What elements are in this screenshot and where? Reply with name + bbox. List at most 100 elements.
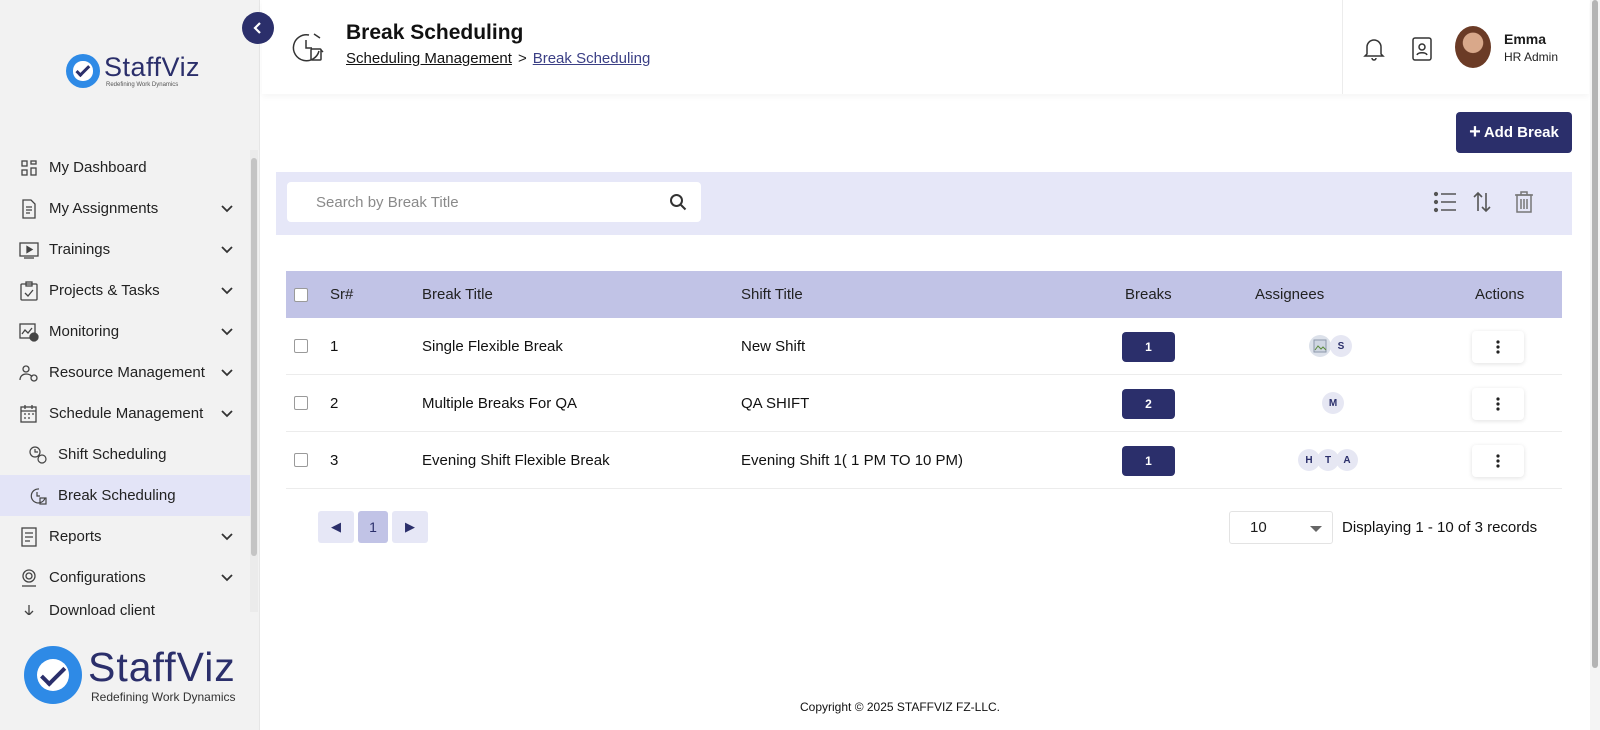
page-header: Break Scheduling Scheduling Management >… — [262, 0, 1589, 94]
assignee-avatar[interactable]: A — [1336, 449, 1358, 471]
page-scrollbar-thumb[interactable] — [1592, 0, 1598, 668]
sidebar-item-reports[interactable]: Reports — [0, 516, 250, 557]
search-input[interactable] — [287, 182, 647, 222]
cell-sr: 2 — [330, 395, 339, 412]
select-all-checkbox[interactable] — [294, 288, 308, 302]
prev-page-button[interactable]: ◀ — [318, 511, 354, 543]
column-header-sr[interactable]: Sr# — [330, 286, 353, 303]
list-icon[interactable] — [1433, 191, 1457, 218]
cell-shift-title: Evening Shift 1( 1 PM TO 10 PM) — [741, 452, 964, 469]
sidebar-item-projects-tasks[interactable]: Projects & Tasks — [0, 270, 250, 311]
download-icon — [18, 602, 40, 615]
page-number-button[interactable]: 1 — [358, 511, 388, 543]
logo-tagline: Redefining Work Dynamics — [106, 82, 179, 88]
page-size-value: 10 — [1250, 519, 1267, 536]
assignee-avatar[interactable]: S — [1330, 335, 1352, 357]
sidebar-item-break-scheduling[interactable]: Break Scheduling — [0, 475, 250, 516]
column-header-assignees[interactable]: Assignees — [1255, 286, 1324, 303]
chevron-down-icon[interactable] — [220, 365, 234, 382]
sidebar-logo[interactable]: StaffViz Redefining Work Dynamics — [66, 54, 200, 88]
sidebar-item-configurations[interactable]: Configurations — [0, 557, 250, 598]
collapse-sidebar-button[interactable] — [242, 12, 274, 44]
breadcrumb: Scheduling Management > Break Scheduling — [346, 50, 650, 67]
bell-icon[interactable] — [1362, 36, 1386, 67]
breaks-count-badge[interactable]: 1 — [1122, 332, 1175, 362]
sidebar-nav: My Dashboard My Assignments Trainings Pr… — [0, 147, 250, 615]
chevron-down-icon[interactable] — [220, 201, 234, 218]
records-summary: Displaying 1 - 10 of 3 records — [1342, 519, 1538, 536]
sidebar-item-label: Reports — [49, 528, 102, 545]
add-break-button[interactable]: + Add Break — [1456, 112, 1572, 153]
dashboard-icon — [18, 157, 40, 179]
play-icon — [18, 239, 40, 261]
chevron-down-icon[interactable] — [220, 406, 234, 423]
row-actions-button[interactable] — [1472, 445, 1524, 477]
sidebar: StaffViz Redefining Work Dynamics My Das… — [0, 0, 260, 730]
sidebar-item-download-client[interactable]: Download client — [0, 598, 250, 615]
column-header-breaks[interactable]: Breaks — [1125, 286, 1172, 303]
page-title: Break Scheduling — [346, 21, 524, 44]
more-vertical-icon — [1496, 397, 1500, 411]
logo-icon — [66, 54, 100, 88]
add-break-label: Add Break — [1483, 124, 1559, 141]
column-header-break-title[interactable]: Break Title — [422, 286, 493, 303]
sidebar-item-label: Configurations — [49, 569, 146, 586]
contact-book-icon[interactable] — [1410, 36, 1434, 67]
trash-icon[interactable] — [1514, 191, 1534, 218]
sidebar-item-shift-scheduling[interactable]: Shift Scheduling — [0, 434, 250, 475]
sidebar-scrollbar-thumb[interactable] — [251, 158, 257, 556]
user-role: HR Admin — [1504, 50, 1559, 64]
breadcrumb-link-scheduling-management[interactable]: Scheduling Management — [346, 50, 512, 67]
sidebar-item-label: My Assignments — [49, 200, 159, 217]
sidebar-item-my-dashboard[interactable]: My Dashboard — [0, 147, 250, 188]
assignee-avatar[interactable]: M — [1322, 392, 1344, 414]
cell-break-title: Evening Shift Flexible Break — [422, 452, 610, 469]
table-row[interactable]: 1 Single Flexible Break New Shift 1 S — [286, 318, 1562, 375]
plus-icon: + — [1469, 120, 1481, 143]
breaks-count-badge[interactable]: 1 — [1122, 446, 1175, 476]
row-checkbox[interactable] — [294, 396, 308, 410]
breaks-count-badge[interactable]: 2 — [1122, 389, 1175, 419]
row-checkbox[interactable] — [294, 453, 308, 467]
calendar-icon — [18, 403, 40, 425]
sidebar-item-monitoring[interactable]: Monitoring — [0, 311, 250, 352]
sidebar-item-schedule-management[interactable]: Schedule Management — [0, 393, 250, 434]
row-actions-button[interactable] — [1472, 388, 1524, 420]
row-checkbox[interactable] — [294, 339, 308, 353]
table-row[interactable]: 3 Evening Shift Flexible Break Evening S… — [286, 432, 1562, 489]
sidebar-item-label: Resource Management — [49, 364, 205, 381]
sidebar-item-resource-management[interactable]: Resource Management — [0, 352, 250, 393]
page-size-select[interactable]: 10 — [1229, 511, 1333, 544]
sidebar-item-label: Trainings — [49, 241, 111, 258]
sidebar-item-my-assignments[interactable]: My Assignments — [0, 188, 250, 229]
breadcrumb-link-break-scheduling[interactable]: Break Scheduling — [533, 50, 651, 67]
cell-break-title: Multiple Breaks For QA — [422, 395, 578, 412]
break-table: Sr# Break Title Shift Title Breaks Assig… — [276, 252, 1572, 570]
cell-break-title: Single Flexible Break — [422, 338, 563, 355]
search-icon[interactable] — [669, 193, 687, 216]
next-page-button[interactable]: ▶ — [392, 511, 428, 543]
cell-shift-title: QA SHIFT — [741, 395, 810, 412]
chevron-down-icon[interactable] — [220, 529, 234, 546]
column-header-shift-title[interactable]: Shift Title — [741, 286, 803, 303]
sidebar-item-label: Projects & Tasks — [49, 282, 160, 299]
row-actions-button[interactable] — [1472, 331, 1524, 363]
sidebar-item-trainings[interactable]: Trainings — [0, 229, 250, 270]
chevron-down-icon[interactable] — [220, 242, 234, 259]
sidebar-item-label: Schedule Management — [49, 405, 204, 422]
avatar[interactable] — [1455, 26, 1491, 68]
assignee-avatar-image[interactable] — [1309, 335, 1331, 357]
chevron-down-icon[interactable] — [220, 283, 234, 300]
sort-icon[interactable] — [1473, 191, 1491, 218]
chevron-down-icon[interactable] — [220, 324, 234, 341]
page-scrollbar[interactable] — [1590, 0, 1600, 730]
sidebar-item-label: Shift Scheduling — [58, 446, 167, 463]
table-row[interactable]: 2 Multiple Breaks For QA QA SHIFT 2 M — [286, 375, 1562, 432]
user-name[interactable]: Emma — [1504, 31, 1546, 47]
chevron-down-icon[interactable] — [220, 570, 234, 587]
sidebar-item-label: Monitoring — [49, 323, 120, 340]
search-box — [287, 182, 701, 222]
report-icon — [18, 526, 40, 548]
assignments-icon — [18, 198, 40, 220]
more-vertical-icon — [1496, 340, 1500, 354]
